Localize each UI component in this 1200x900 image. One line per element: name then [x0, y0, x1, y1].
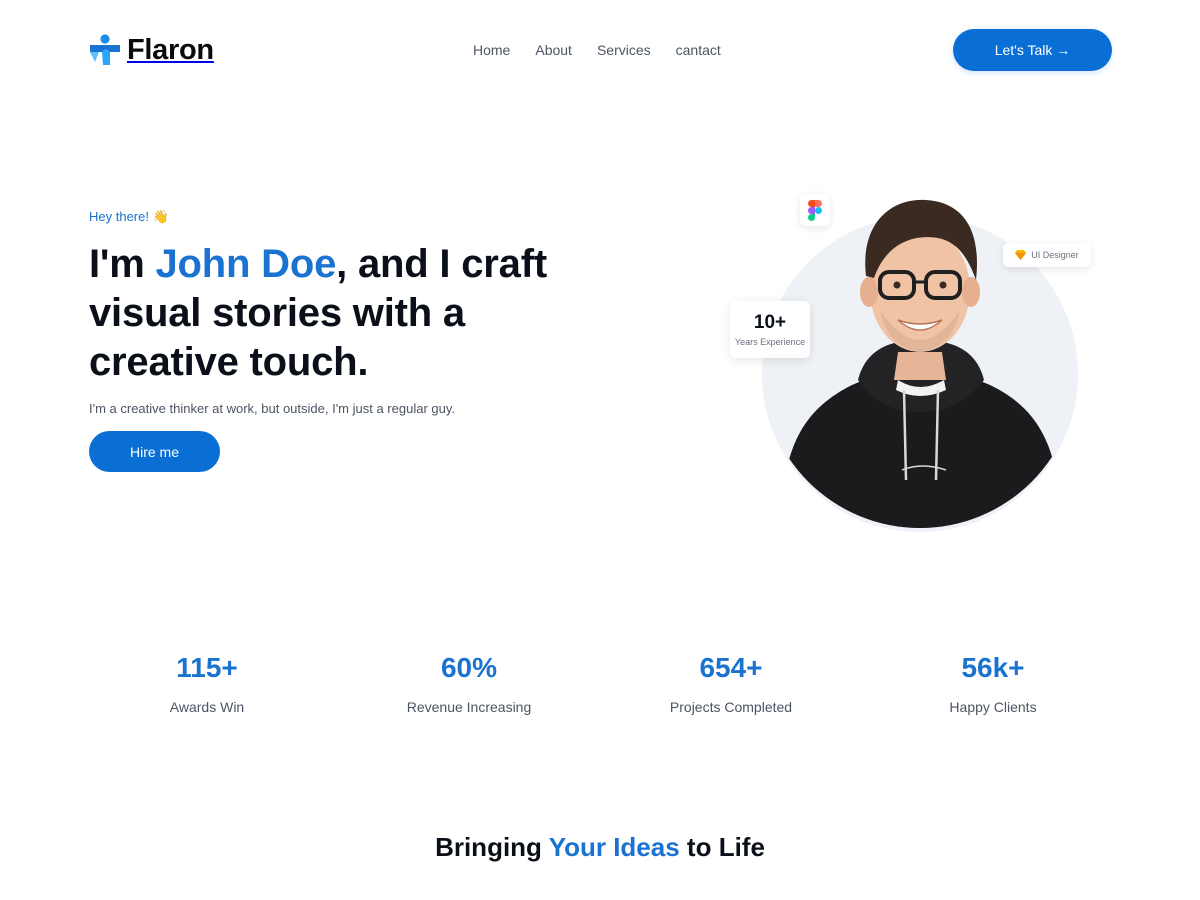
stat-value: 60% [440, 652, 498, 683]
stat-value: 654+ [699, 652, 763, 683]
stat-value: 56k+ [961, 652, 1025, 683]
section-title-prefix: Bringing [435, 832, 549, 862]
figma-badge [800, 194, 830, 226]
role-label: UI Designer [1031, 250, 1079, 260]
page: Flaron Home About Services cantact Let's… [0, 0, 1200, 900]
role-badge: UI Designer [1003, 243, 1091, 267]
portrait-area: UI Designer 10+ Years Experience [720, 180, 1120, 540]
hero-title-prefix: I'm [89, 242, 156, 286]
hero-greeting: Hey there! 👋 [89, 209, 169, 224]
hire-me-button[interactable]: Hire me [89, 431, 220, 472]
stat-awards: 115+ Awards Win [107, 650, 307, 716]
nav-services[interactable]: Services [597, 40, 651, 60]
figma-icon [808, 199, 822, 221]
hero-title: I'm John Doe, and I craft visual stories… [89, 240, 609, 387]
stat-projects: 654+ Projects Completed [631, 650, 831, 716]
lets-talk-button[interactable]: Let's Talk → [953, 29, 1112, 71]
logo[interactable]: Flaron [89, 33, 214, 67]
site-header: Flaron Home About Services cantact Let's… [0, 0, 1200, 100]
nav-contact[interactable]: cantact [676, 40, 721, 60]
stat-label: Projects Completed [669, 699, 793, 715]
stat-clients: 56k+ Happy Clients [893, 650, 1093, 716]
experience-badge: 10+ Years Experience [730, 301, 810, 358]
experience-value: 10+ [753, 312, 787, 333]
diamond-icon [1015, 250, 1027, 260]
hero-title-name: John Doe [155, 242, 337, 286]
stat-value: 115+ [176, 652, 238, 683]
hero-subtitle: I'm a creative thinker at work, but outs… [89, 401, 455, 416]
nav-home[interactable]: Home [473, 40, 510, 60]
stat-label: Revenue Increasing [406, 699, 532, 715]
section-title-accent: Your Ideas [548, 832, 680, 862]
logo-icon [90, 34, 120, 65]
section-title-suffix: to Life [679, 832, 765, 862]
nav-about[interactable]: About [535, 40, 572, 60]
experience-label: Years Experience [734, 337, 806, 347]
brand-name: Flaron [127, 33, 214, 66]
stat-label: Happy Clients [949, 699, 1037, 715]
stat-label: Awards Win [169, 699, 245, 715]
main-nav: Home About Services cantact [473, 40, 721, 60]
stat-revenue: 60% Revenue Increasing [369, 650, 569, 716]
portrait-photo [781, 199, 1061, 528]
section-title: Bringing Your Ideas to Life [0, 830, 1200, 864]
